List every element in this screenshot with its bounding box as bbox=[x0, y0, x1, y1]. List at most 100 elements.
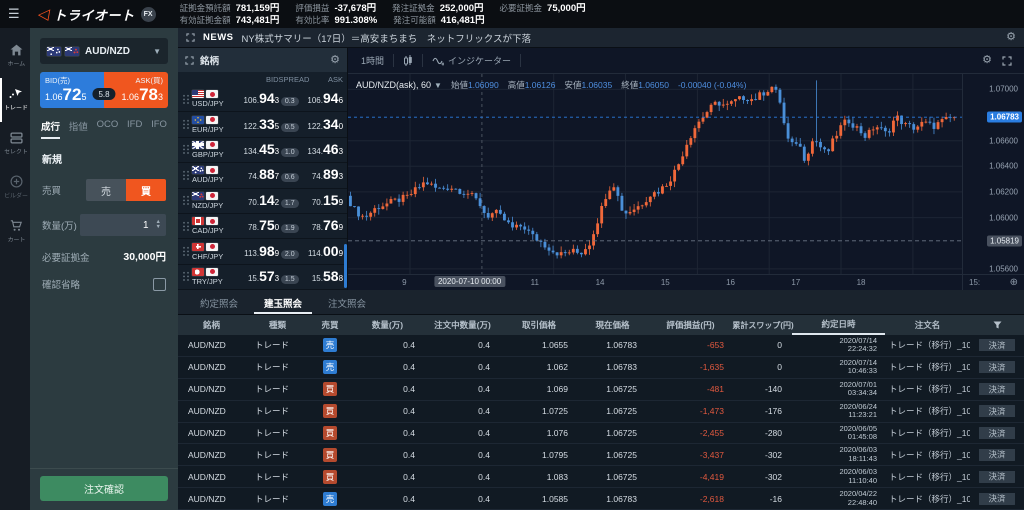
order-confirm-button[interactable]: 注文確認 bbox=[40, 476, 168, 501]
watchlist-row-TRY/JPY[interactable]: TRY/JPY15.5731.515.588 bbox=[178, 265, 347, 290]
interval-selector[interactable]: 1時間 bbox=[352, 48, 393, 73]
position-pl: -2,455 bbox=[647, 428, 734, 438]
watchlist-settings-gear-icon[interactable]: ⚙ bbox=[330, 55, 340, 66]
position-current-price: 1.06783 bbox=[578, 494, 647, 504]
price-tick: 1.07000 bbox=[989, 85, 1018, 94]
watchlist-row-EUR/JPY[interactable]: EUR/JPY122.3350.5122.340 bbox=[178, 112, 347, 137]
drag-handle-icon[interactable] bbox=[182, 271, 190, 282]
column-header-銘柄[interactable]: 銘柄 bbox=[178, 315, 245, 335]
indicator-button[interactable]: インジケーター bbox=[423, 48, 520, 73]
close-position-button[interactable]: 決済 bbox=[979, 361, 1014, 373]
ask-price[interactable]: 134.463 bbox=[300, 141, 343, 159]
positions-tab-建玉照会[interactable]: 建玉照会 bbox=[254, 290, 312, 314]
close-position-button[interactable]: 決済 bbox=[979, 427, 1014, 439]
quantity-stepper[interactable]: ▲▼ bbox=[156, 220, 161, 230]
ask-price[interactable]: 15.588 bbox=[300, 268, 343, 286]
positions-tab-注文照会[interactable]: 注文照会 bbox=[318, 290, 376, 314]
chart-fullscreen-icon[interactable] bbox=[1002, 56, 1012, 66]
ask-price[interactable]: 74.893 bbox=[300, 166, 343, 184]
sidebar-item-ビルダー[interactable]: ビルダー bbox=[0, 166, 30, 210]
order-tab-成行[interactable]: 成行 bbox=[41, 119, 60, 139]
bid-price[interactable]: 15.573 bbox=[235, 268, 280, 286]
crosshair-icon[interactable]: ⊕ bbox=[1010, 277, 1018, 288]
drag-handle-icon[interactable] bbox=[182, 221, 190, 232]
drag-handle-icon[interactable] bbox=[182, 144, 190, 155]
column-header-数量(万)[interactable]: 数量(万) bbox=[350, 315, 425, 335]
watchlist-row-USD/JPY[interactable]: USD/JPY106.9430.3106.946 bbox=[178, 87, 347, 112]
close-position-button[interactable]: 決済 bbox=[979, 405, 1014, 417]
position-datetime: 2020/07/1410:46:33 bbox=[792, 359, 885, 376]
column-header-注文中数量(万)[interactable]: 注文中数量(万) bbox=[425, 315, 500, 335]
chart-settings-gear-icon[interactable]: ⚙ bbox=[982, 55, 992, 66]
ask-price[interactable]: 114.009 bbox=[300, 243, 343, 261]
drag-handle-icon[interactable] bbox=[182, 246, 190, 257]
watchlist-row-AUD/JPY[interactable]: AUD/JPY74.8870.674.893 bbox=[178, 163, 347, 188]
sidebar-item-トレード[interactable]: トレード bbox=[0, 78, 30, 122]
order-type-tabs: 成行指値 OCO IFD IFO bbox=[41, 119, 167, 139]
column-header-評価損益(円)[interactable]: 評価損益(円) bbox=[647, 315, 734, 335]
legend-symbol[interactable]: AUD/NZD(ask), 60▼ bbox=[356, 80, 442, 90]
ask-price[interactable]: 70.159 bbox=[300, 192, 343, 210]
ask-price[interactable]: 106.946 bbox=[300, 90, 343, 108]
news-headline[interactable]: NY株式サマリー（17日）＝高安まちまち ネットフリックスが下落 bbox=[242, 31, 999, 45]
sidebar-item-label: ビルダー bbox=[4, 192, 28, 201]
watchlist-row-GBP/JPY[interactable]: GBP/JPY134.4531.0134.463 bbox=[178, 138, 347, 163]
close-position-button[interactable]: 決済 bbox=[979, 339, 1014, 351]
app-logo[interactable]: ◁ トライオート FX bbox=[38, 5, 156, 24]
column-header-約定日時[interactable]: 約定日時 bbox=[792, 315, 885, 335]
bid-price[interactable]: 74.887 bbox=[235, 166, 280, 184]
news-expand-icon[interactable] bbox=[186, 33, 195, 42]
positions-tab-約定照会[interactable]: 約定照会 bbox=[190, 290, 248, 314]
order-tab-OCO[interactable]: OCO bbox=[97, 119, 119, 139]
watchlist-row-NZD/JPY[interactable]: NZD/JPY70.1421.770.159 bbox=[178, 189, 347, 214]
bid-price[interactable]: 78.750 bbox=[235, 217, 280, 235]
watchlist-row-CHF/JPY[interactable]: CHF/JPY113.9892.0114.009 bbox=[178, 239, 347, 264]
drag-handle-icon[interactable] bbox=[182, 94, 190, 105]
watchlist-row-CAD/JPY[interactable]: CAD/JPY78.7501.978.769 bbox=[178, 214, 347, 239]
filter-column-header[interactable] bbox=[970, 315, 1024, 335]
bid-price[interactable]: 134.453 bbox=[235, 141, 280, 159]
skip-confirm-checkbox[interactable] bbox=[153, 278, 166, 291]
position-swap: -302 bbox=[734, 472, 792, 482]
sidebar-item-ホーム[interactable]: ホーム bbox=[0, 34, 30, 78]
close-position-button[interactable]: 決済 bbox=[979, 449, 1014, 461]
close-position-button[interactable]: 決済 bbox=[979, 471, 1014, 483]
watchlist-scrollbar[interactable] bbox=[344, 244, 347, 288]
bid-price[interactable]: 70.142 bbox=[235, 192, 280, 210]
price-big-digits: 46 bbox=[323, 141, 339, 157]
ask-price[interactable]: 122.340 bbox=[300, 116, 343, 134]
column-header-注文名[interactable]: 注文名 bbox=[885, 315, 970, 335]
position-current-price: 1.06725 bbox=[578, 472, 647, 482]
bid-price[interactable]: 113.989 bbox=[235, 243, 280, 261]
tr-flag-icon bbox=[192, 268, 204, 276]
column-header-累計スワップ(円)[interactable]: 累計スワップ(円) bbox=[734, 315, 792, 335]
drag-handle-icon[interactable] bbox=[182, 170, 190, 181]
column-header-種類[interactable]: 種類 bbox=[245, 315, 310, 335]
drag-handle-icon[interactable] bbox=[182, 195, 190, 206]
sidebar-item-セレクト[interactable]: セレクト bbox=[0, 122, 30, 166]
sidebar-item-カート[interactable]: カート bbox=[0, 210, 30, 254]
drag-handle-icon[interactable] bbox=[182, 119, 190, 130]
bid-price[interactable]: 106.943 bbox=[235, 90, 280, 108]
column-header-売買[interactable]: 売買 bbox=[310, 315, 350, 335]
news-settings-gear-icon[interactable]: ⚙ bbox=[1006, 32, 1016, 43]
watchlist-expand-icon[interactable] bbox=[185, 56, 194, 65]
hamburger-menu-icon[interactable]: ☰ bbox=[8, 6, 28, 22]
quantity-input[interactable]: 1 ▲▼ bbox=[80, 214, 166, 236]
price-axis[interactable]: 1.070001.066001.064001.062001.060001.056… bbox=[962, 74, 1024, 274]
column-header-現在価格[interactable]: 現在価格 bbox=[578, 315, 647, 335]
candle-style-icon[interactable] bbox=[394, 48, 422, 73]
order-tab-指値[interactable]: 指値 bbox=[69, 119, 88, 139]
close-position-button[interactable]: 決済 bbox=[979, 383, 1014, 395]
close-position-button[interactable]: 決済 bbox=[979, 493, 1014, 505]
column-header-取引価格[interactable]: 取引価格 bbox=[500, 315, 578, 335]
order-tab-IFO[interactable]: IFO bbox=[151, 119, 167, 139]
bid-price[interactable]: 122.335 bbox=[235, 116, 280, 134]
order-tab-IFD[interactable]: IFD bbox=[127, 119, 142, 139]
time-axis[interactable]: 92020-07-10 00:00111415161718 15: ⊕ bbox=[348, 274, 1024, 290]
candlestick-plot[interactable]: AUD/NZD(ask), 60▼ 始値1.06090 高値1.06126 安値… bbox=[348, 74, 962, 274]
buy-button[interactable]: 買 bbox=[126, 179, 166, 201]
ask-price[interactable]: 78.769 bbox=[300, 217, 343, 235]
pair-selector[interactable]: AUD/NZD ▼ bbox=[40, 38, 168, 64]
sell-button[interactable]: 売 bbox=[86, 179, 126, 201]
